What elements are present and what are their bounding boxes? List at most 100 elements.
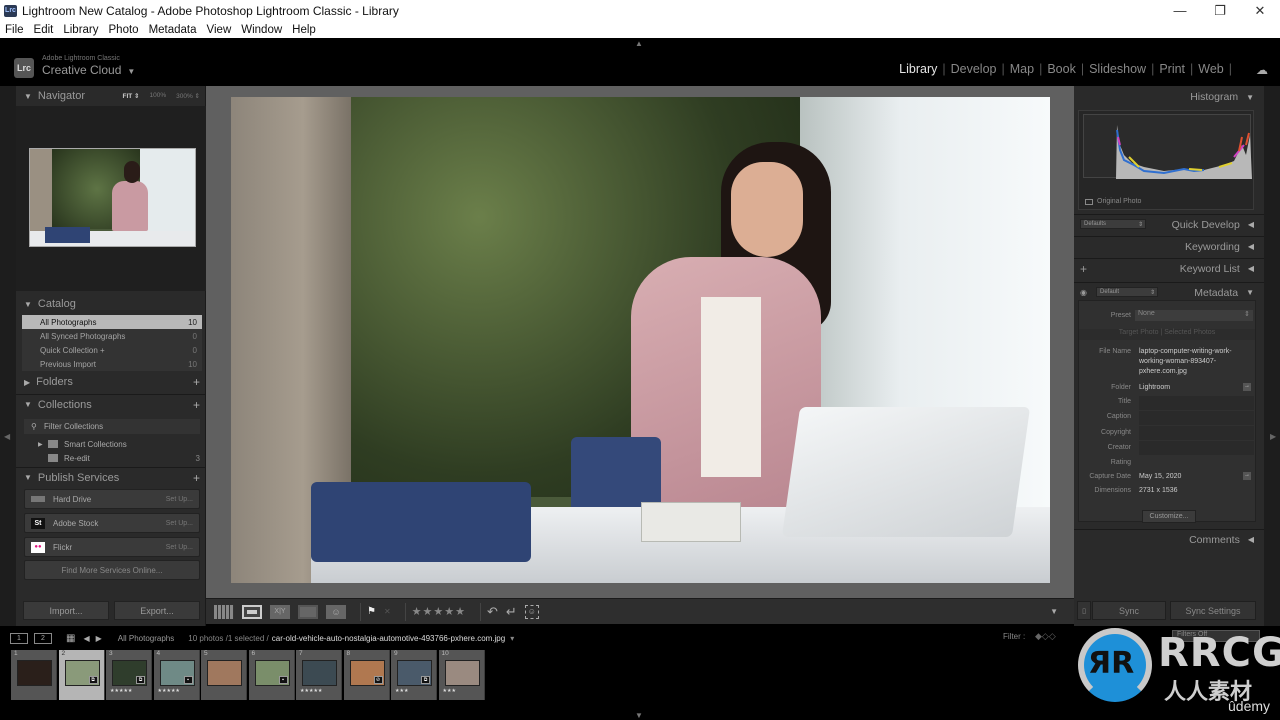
service-setup-link[interactable]: Set Up... (166, 496, 193, 503)
menu-help[interactable]: Help (288, 24, 320, 36)
minimize-button[interactable]: — (1160, 0, 1200, 21)
filter-collections-input[interactable]: ⚲ Filter Collections (24, 419, 200, 434)
keywording-header[interactable]: Keywording ◀ (1074, 236, 1264, 256)
flag-filter-icons[interactable]: ◆◇◇ (1035, 631, 1056, 642)
filmstrip-cell[interactable]: 10 ★★★ (438, 650, 485, 700)
menu-metadata[interactable]: Metadata (145, 24, 201, 36)
import-button[interactable]: Import... (23, 601, 109, 620)
menu-library[interactable]: Library (59, 24, 102, 36)
module-develop[interactable]: Develop (946, 62, 1002, 76)
flag-pick-icon[interactable]: ⚑ (367, 605, 376, 619)
maximize-button[interactable]: ❐ (1200, 0, 1240, 21)
quick-develop-preset-select[interactable]: Defaults ⇕ (1080, 219, 1146, 229)
module-library[interactable]: Library (894, 62, 942, 76)
right-panel-edge[interactable]: ▶ (1264, 86, 1280, 626)
filmstrip-cell[interactable]: 6 ▪ (248, 650, 295, 700)
zoom-100[interactable]: 100% (149, 92, 166, 100)
module-book[interactable]: Book (1042, 62, 1081, 76)
face-region-icon[interactable]: ☺ (524, 604, 539, 619)
filmstrip-source[interactable]: All Photographs (118, 634, 174, 643)
metadata-copyright-field[interactable] (1139, 426, 1254, 440)
triangle-right-icon[interactable]: ▶ (38, 441, 43, 448)
people-view-icon[interactable]: ☺ (326, 604, 346, 619)
close-button[interactable]: ✕ (1240, 0, 1280, 21)
left-panel-edge[interactable]: ◀ (0, 86, 16, 626)
menu-window[interactable]: Window (237, 24, 286, 36)
module-web[interactable]: Web (1193, 62, 1228, 76)
navigator-preview-area[interactable] (16, 106, 206, 291)
catalog-item-previous-import[interactable]: Previous Import 10 (22, 357, 202, 371)
catalog-item-all-synced[interactable]: All Synced Photographs 0 (22, 329, 202, 343)
module-print[interactable]: Print (1154, 62, 1190, 76)
forward-arrow-icon[interactable]: ▶ (96, 634, 102, 643)
filmstrip-badge-icon[interactable]: ▪ (278, 676, 288, 684)
capture-date-action-icon[interactable]: → (1243, 472, 1251, 480)
filmstrip-cell[interactable]: 1 (11, 650, 57, 700)
original-photo-toggle[interactable]: Original Photo (1085, 198, 1141, 205)
grid-view-icon[interactable] (214, 604, 234, 619)
filmstrip-cell[interactable]: 3 ⧉ ★★★★★ (106, 650, 152, 700)
sync-button[interactable]: Sync (1092, 601, 1166, 620)
filmstrip-cell[interactable]: 9 ⧉ ★★★ (391, 650, 437, 700)
primary-window-button[interactable]: 1 (10, 632, 28, 644)
catalog-header[interactable]: ▼ Catalog (16, 294, 206, 314)
menu-photo[interactable]: Photo (105, 24, 143, 36)
cloud-sync-icon[interactable]: ☁ (1256, 63, 1268, 77)
grid-icon[interactable]: ▦ (66, 633, 75, 644)
service-flickr[interactable]: ●● Flickr Set Up... (24, 537, 200, 557)
comments-header[interactable]: Comments ◀ (1074, 529, 1264, 549)
filmstrip-badge-icon[interactable]: ⧉ (421, 676, 430, 684)
toolbar-content-menu-icon[interactable]: ▼ (1050, 605, 1058, 619)
metadata-caption-field[interactable] (1139, 411, 1254, 425)
zoom-fit[interactable]: FIT ⇕ (122, 92, 139, 100)
filmstrip-cell[interactable]: 5 (201, 650, 247, 700)
main-photo[interactable] (231, 97, 1050, 583)
filmstrip-cell[interactable]: 4 ▪ ★★★★★ (153, 650, 200, 700)
filmstrip-badge-icon[interactable]: ⊘ (373, 676, 383, 684)
service-adobe-stock[interactable]: St Adobe Stock Set Up... (24, 513, 200, 533)
identity-plate[interactable]: Creative Cloud ▼ (42, 63, 135, 77)
metadata-creator-field[interactable] (1139, 441, 1254, 455)
metadata-title-field[interactable] (1139, 396, 1254, 410)
metadata-view-select[interactable]: Default ⇕ (1096, 287, 1158, 297)
tab-selected-photos[interactable]: Selected Photos (1164, 329, 1215, 336)
filmstrip-thumbnail[interactable] (17, 660, 52, 686)
navigator-thumbnail[interactable] (29, 148, 196, 247)
secondary-window-button[interactable]: 2 (34, 632, 52, 644)
module-map[interactable]: Map (1005, 62, 1039, 76)
top-panel-toggle-icon[interactable]: ▲ (635, 39, 643, 48)
folders-header[interactable]: ▶ Folders + (16, 372, 206, 392)
catalog-item-all-photographs[interactable]: All Photographs 10 (22, 315, 202, 329)
service-setup-link[interactable]: Set Up... (166, 520, 193, 527)
add-keyword-icon[interactable]: + (1080, 262, 1087, 276)
publish-services-header[interactable]: ▼ Publish Services + (16, 467, 206, 487)
rotate-right-icon[interactable]: ↵ (506, 604, 517, 619)
histogram-header[interactable]: Histogram ▼ (1074, 87, 1264, 107)
rating-stars[interactable]: ★★★★★ (412, 605, 466, 619)
rotate-left-icon[interactable]: ↶ (487, 604, 498, 619)
find-more-services-button[interactable]: Find More Services Online... (24, 560, 200, 580)
collapse-right-icon[interactable]: ▶ (1270, 432, 1276, 441)
menu-view[interactable]: View (203, 24, 236, 36)
collapse-left-icon[interactable]: ◀ (4, 432, 10, 441)
filmstrip-thumbnail[interactable] (207, 660, 242, 686)
collection-item-re-edit[interactable]: Re-edit 3 (36, 451, 200, 465)
filmstrip-current-file[interactable]: car-old-vehicle-auto-nostalgia-automotiv… (272, 634, 505, 643)
collection-item-smart-collections[interactable]: ▶ Smart Collections (36, 437, 200, 451)
filmstrip-badge-icon[interactable]: ⧉ (88, 676, 98, 684)
tab-target-photo[interactable]: Target Photo (1119, 329, 1159, 336)
filmstrip-cell[interactable]: 2 ⧉ (58, 650, 105, 700)
bottom-panel-toggle-icon[interactable]: ▼ (635, 711, 643, 720)
survey-view-icon[interactable] (298, 604, 318, 619)
back-arrow-icon[interactable]: ◀ (83, 634, 89, 643)
menu-file[interactable]: File (0, 24, 28, 36)
compare-view-icon[interactable]: X|Y (270, 604, 290, 619)
add-publish-service-icon[interactable]: + (193, 471, 200, 485)
catalog-item-quick-collection[interactable]: Quick Collection + 0 (22, 343, 202, 357)
service-hard-drive[interactable]: Hard Drive Set Up... (24, 489, 200, 509)
filmstrip-cell[interactable]: 7 ★★★★★ (296, 650, 342, 700)
filmstrip[interactable]: 1 2 ⧉ 3 ⧉ ★★★★★ 4 ▪ ★★★★★ 5 6 ▪ 7 ★★★★★ 8 ⊘ 9 ⧉ ★★★ 10 ★★★ (11, 648, 1255, 700)
loupe-view-icon[interactable] (242, 604, 262, 619)
filmstrip-thumbnail[interactable] (444, 660, 480, 686)
keyword-list-header[interactable]: + Keyword List ◀ (1074, 258, 1264, 278)
